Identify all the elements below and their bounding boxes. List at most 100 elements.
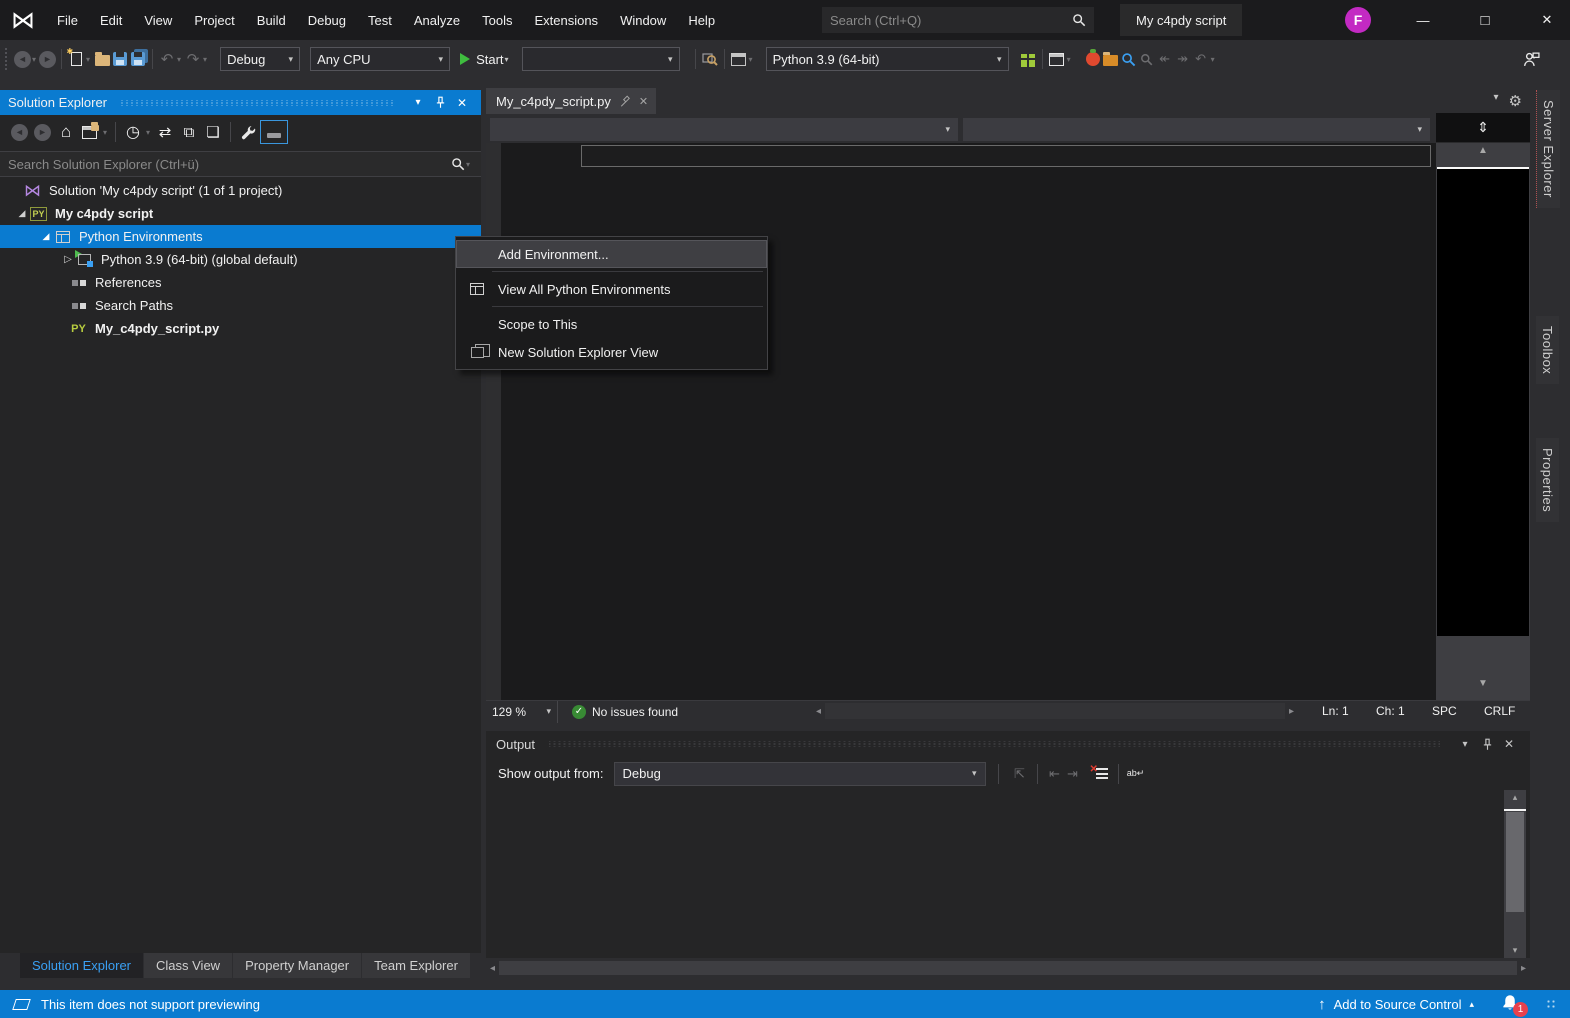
tree-row-project[interactable]: ◢ PY My c4pdy script [0, 202, 481, 225]
navigate-back-icon[interactable]: ◄ [14, 51, 31, 68]
save-icon[interactable] [111, 50, 129, 68]
pin-icon[interactable] [1476, 734, 1498, 755]
tree-row-solution[interactable]: ⋈ Solution 'My c4pdy script' (1 of 1 pro… [0, 179, 481, 202]
sync-with-active-document-icon[interactable]: ⇄ [156, 123, 174, 141]
menu-item-new-solution-explorer-view[interactable]: New Solution Explorer View [456, 338, 767, 366]
quick-search-box[interactable] [822, 7, 1094, 33]
tree-row-script-file[interactable]: PY My_c4pdy_script.py [0, 317, 481, 340]
preview-selected-items-toggle[interactable] [260, 120, 288, 144]
editor-options-gear-icon[interactable]: ⚙ [1509, 92, 1522, 110]
forward-icon[interactable]: ► [34, 124, 51, 141]
scrollbar-thumb[interactable] [499, 961, 1517, 975]
editor-horizontal-scrollbar[interactable]: ◂ ▸ [816, 703, 1294, 719]
menu-extensions[interactable]: Extensions [523, 0, 609, 40]
switch-views-icon[interactable] [81, 123, 99, 141]
solution-explorer-search-box[interactable]: ▾ [0, 151, 481, 177]
scrollbar-thumb[interactable] [1506, 812, 1524, 912]
pending-changes-filter-icon[interactable]: ◷ [124, 123, 142, 141]
menu-analyze[interactable]: Analyze [403, 0, 471, 40]
output-source-dropdown[interactable]: Debug ▾ [614, 762, 986, 786]
add-item-folder-icon[interactable] [1102, 50, 1120, 68]
tree-row-python39-env[interactable]: ▷ Python 3.9 (64-bit) (global default) [0, 248, 481, 271]
next-method-icon[interactable]: ↠ [1174, 50, 1192, 68]
notifications-button[interactable]: 1 [1500, 993, 1522, 1015]
find-message-in-code-icon[interactable]: ⇱ [1011, 765, 1029, 783]
debug-target-dropdown[interactable]: ▾ [522, 47, 680, 71]
search-options-dropdown-icon[interactable]: ▾ [466, 160, 470, 169]
expanded-arrow-icon[interactable]: ◢ [38, 231, 54, 242]
new-file-icon[interactable] [67, 50, 85, 68]
attach-to-process-icon[interactable] [701, 50, 719, 68]
start-debugging-button[interactable]: Start ▾ [460, 52, 511, 67]
zoom-level-dropdown[interactable]: 129 % ▾ [486, 701, 558, 723]
scrollbar-track[interactable] [825, 703, 1285, 719]
tab-property-manager[interactable]: Property Manager [233, 953, 361, 978]
switch-views-dropdown-icon[interactable]: ▾ [103, 128, 107, 137]
minimize-button[interactable]: — [1400, 0, 1446, 40]
solution-configurations-dropdown[interactable]: Debug▾ [220, 47, 300, 71]
collapsed-arrow-icon[interactable]: ▷ [60, 254, 76, 265]
tree-row-search-paths[interactable]: Search Paths [0, 294, 481, 317]
save-all-icon[interactable] [129, 50, 147, 68]
tab-server-explorer[interactable]: Server Explorer [1536, 90, 1560, 208]
scroll-down-icon[interactable]: ▼ [1436, 678, 1530, 689]
clear-all-icon[interactable]: ✕ [1092, 765, 1110, 783]
pin-icon[interactable] [429, 92, 451, 113]
menu-edit[interactable]: Edit [89, 0, 133, 40]
menu-test[interactable]: Test [357, 0, 403, 40]
scroll-right-icon[interactable]: ▸ [1521, 963, 1526, 974]
undo-icon[interactable]: ↶ [158, 50, 176, 68]
menu-item-scope-to-this[interactable]: Scope to This [456, 310, 767, 338]
undo-dropdown-icon[interactable]: ▾ [177, 55, 181, 64]
toolbar-overflow-icon[interactable]: ▾ [749, 55, 753, 64]
solution-explorer-search-input[interactable] [8, 157, 451, 172]
close-button[interactable]: ✕ [1524, 0, 1570, 40]
document-map[interactable] [1437, 169, 1529, 636]
close-icon[interactable]: ✕ [451, 92, 473, 113]
menu-tools[interactable]: Tools [471, 0, 523, 40]
maximize-button[interactable]: □ [1462, 0, 1508, 40]
source-control-dropdown-icon[interactable]: ▴ [1469, 999, 1474, 1010]
open-file-icon[interactable] [93, 50, 111, 68]
home-icon[interactable]: ⌂ [57, 123, 75, 141]
account-avatar[interactable]: F [1345, 7, 1371, 33]
tab-class-view[interactable]: Class View [144, 953, 232, 978]
menu-window[interactable]: Window [609, 0, 677, 40]
toggle-word-wrap-icon[interactable]: ab↵ [1127, 765, 1145, 783]
python-environment-dropdown[interactable]: Python 3.9 (64-bit)▾ [766, 47, 1009, 71]
tree-row-python-environments[interactable]: ◢ Python Environments [0, 225, 481, 248]
toolbar-grip[interactable] [4, 47, 8, 71]
scroll-right-icon[interactable]: ▸ [1289, 706, 1294, 717]
scroll-down-icon[interactable]: ▾ [1504, 945, 1526, 956]
window-layout-icon[interactable] [1048, 50, 1066, 68]
active-files-dropdown-icon[interactable]: ▾ [1494, 92, 1499, 110]
step-out-icon[interactable]: ↶ [1192, 50, 1210, 68]
tree-row-references[interactable]: References [0, 271, 481, 294]
menu-view[interactable]: View [133, 0, 183, 40]
quick-search-input[interactable] [830, 13, 1072, 28]
more-commands-icon[interactable]: ▾ [1211, 55, 1215, 64]
window-position-dropdown-icon[interactable]: ▾ [1454, 734, 1476, 755]
properties-wrench-icon[interactable] [239, 123, 257, 141]
menu-debug[interactable]: Debug [297, 0, 357, 40]
add-to-source-control-button[interactable]: Add to Source Control [1334, 997, 1462, 1012]
scroll-left-icon[interactable]: ◂ [490, 963, 495, 974]
menu-item-view-all-python-environments[interactable]: View All Python Environments [456, 275, 767, 303]
document-tab[interactable]: My_c4pdy_script.py ✕ [486, 88, 656, 114]
new-file-dropdown-icon[interactable]: ▾ [86, 55, 90, 64]
layout-overflow-icon[interactable]: ▾ [1067, 55, 1071, 64]
split-window-handle[interactable]: ⇕ [1436, 113, 1530, 143]
menu-build[interactable]: Build [246, 0, 297, 40]
types-dropdown[interactable]: ▾ [490, 118, 958, 141]
close-icon[interactable]: ✕ [1498, 734, 1520, 755]
back-icon[interactable]: ◄ [11, 124, 28, 141]
navigate-forward-icon[interactable]: ► [39, 51, 56, 68]
tab-solution-explorer[interactable]: Solution Explorer [20, 953, 143, 978]
python-packages-icon[interactable] [1019, 50, 1037, 68]
output-horizontal-scrollbar[interactable]: ◂ ▸ [486, 958, 1530, 978]
resize-grip[interactable] [1546, 999, 1556, 1009]
solution-platforms-dropdown[interactable]: Any CPU▾ [310, 47, 450, 71]
close-tab-icon[interactable]: ✕ [639, 95, 648, 108]
menu-project[interactable]: Project [183, 0, 245, 40]
tab-properties[interactable]: Properties [1536, 438, 1559, 522]
